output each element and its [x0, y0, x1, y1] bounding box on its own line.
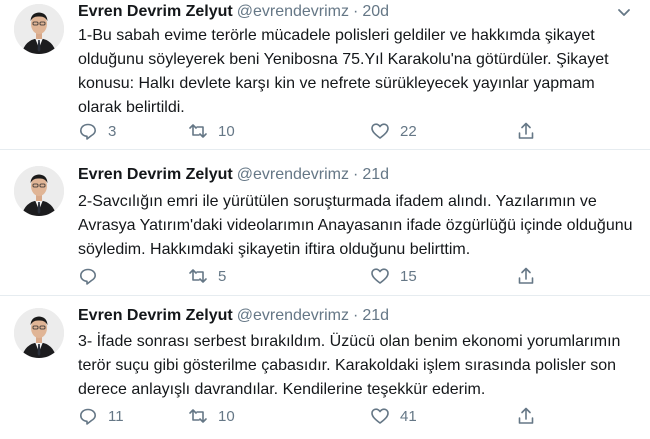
like-icon	[371, 123, 389, 139]
tweet-text: 1-Bu sabah evime terörle mücadele polisl…	[78, 27, 609, 116]
retweet-icon	[189, 124, 207, 138]
like-icon	[371, 408, 389, 424]
share-button[interactable]	[516, 121, 536, 141]
like-button[interactable]: 15	[370, 266, 417, 286]
tweet-actions: 11 10 41	[78, 406, 538, 426]
separator: ·	[353, 307, 359, 324]
retweet-button[interactable]: 10	[188, 406, 235, 426]
author-handle[interactable]: @evrendevrimz	[237, 166, 349, 183]
share-icon	[518, 122, 534, 139]
retweet-count: 10	[218, 407, 235, 425]
tweet-header: Evren Devrim Zelyut @evrendevrimz · 21d	[78, 306, 610, 326]
reply-icon	[80, 123, 96, 140]
timestamp[interactable]: 21d	[362, 307, 389, 324]
timestamp[interactable]: 21d	[362, 166, 389, 183]
like-button[interactable]: 22	[370, 121, 417, 141]
reply-button[interactable]	[78, 266, 108, 286]
like-count: 41	[400, 407, 417, 425]
like-button[interactable]: 41	[370, 406, 417, 426]
like-count: 22	[400, 122, 417, 140]
author-handle[interactable]: @evrendevrimz	[237, 307, 349, 324]
separator: ·	[353, 3, 359, 20]
retweet-icon	[189, 269, 207, 283]
tweet-header: Evren Devrim Zelyut @evrendevrimz · 20d	[78, 2, 610, 22]
author-name[interactable]: Evren Devrim Zelyut	[78, 3, 233, 20]
like-count: 15	[400, 267, 417, 285]
share-icon	[518, 407, 534, 424]
tweet-actions: 3 10 22	[78, 121, 538, 141]
retweet-count: 10	[218, 122, 235, 140]
reply-count: 11	[108, 407, 124, 425]
retweet-icon	[189, 409, 207, 423]
tweet[interactable]: Evren Devrim Zelyut @evrendevrimz · 20d 1-B…	[0, 0, 650, 150]
reply-icon	[80, 408, 96, 425]
tweet[interactable]: Evren Devrim Zelyut @evrendevrimz · 21d 2-S…	[0, 150, 650, 296]
like-icon	[371, 268, 389, 284]
avatar[interactable]	[14, 4, 64, 54]
retweet-count: 5	[218, 267, 227, 285]
reply-count: 3	[108, 122, 117, 140]
share-icon	[518, 267, 534, 284]
avatar[interactable]	[14, 308, 64, 358]
reply-icon	[80, 268, 96, 285]
retweet-button[interactable]: 5	[188, 266, 226, 286]
tweet-header: Evren Devrim Zelyut @evrendevrimz · 21d	[78, 165, 610, 185]
timestamp[interactable]: 20d	[362, 3, 389, 20]
reply-button[interactable]: 3	[78, 121, 116, 141]
share-button[interactable]	[516, 266, 536, 286]
share-button[interactable]	[516, 406, 536, 426]
tweet[interactable]: Evren Devrim Zelyut @evrendevrimz · 21d 3- …	[0, 296, 650, 439]
tweet-text: 2-Savcılığın emri ile yürütülen soruştur…	[78, 193, 633, 258]
author-name[interactable]: Evren Devrim Zelyut	[78, 307, 233, 324]
avatar[interactable]	[14, 166, 64, 216]
tweet-text: 3- İfade sonrası serbest bırakıldım. Üzü…	[78, 333, 621, 398]
author-name[interactable]: Evren Devrim Zelyut	[78, 166, 233, 183]
tweet-feed: Evren Devrim Zelyut @evrendevrimz · 20d 1-B…	[0, 0, 650, 439]
separator: ·	[353, 166, 359, 183]
chevron-down-icon[interactable]	[616, 4, 632, 20]
reply-button[interactable]: 11	[78, 406, 124, 426]
author-handle[interactable]: @evrendevrimz	[237, 3, 349, 20]
tweet-actions: 5 15	[78, 266, 538, 286]
retweet-button[interactable]: 10	[188, 121, 235, 141]
